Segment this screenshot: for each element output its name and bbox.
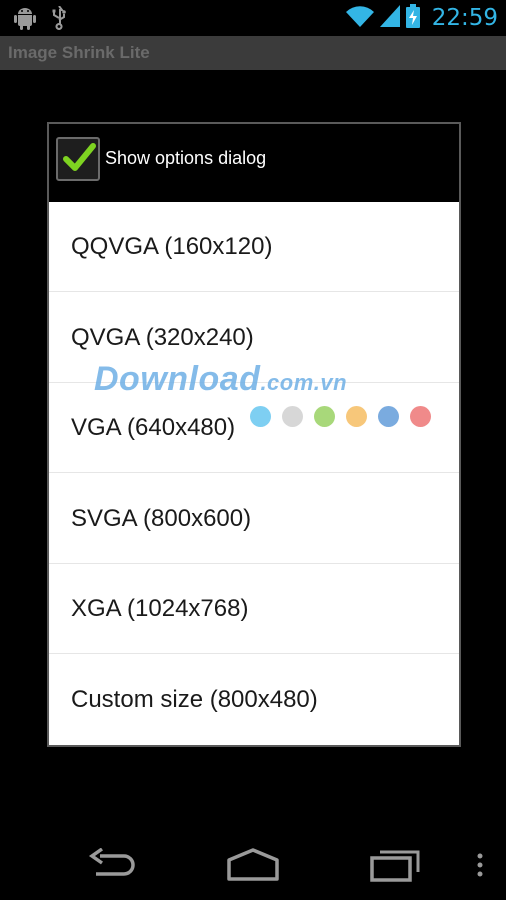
option-custom-size[interactable]: Custom size (800x480): [49, 655, 459, 745]
option-svga[interactable]: SVGA (800x600): [49, 474, 459, 564]
option-label: SVGA (800x600): [71, 505, 252, 532]
option-vga[interactable]: VGA (640x480): [49, 383, 459, 473]
cell-signal-icon: [379, 5, 400, 31]
nav-bar: [0, 834, 506, 900]
option-label: Custom size (800x480): [71, 686, 318, 713]
option-label: VGA (640x480): [71, 414, 236, 441]
show-options-checkbox[interactable]: [56, 137, 100, 181]
option-xga[interactable]: XGA (1024x768): [49, 564, 459, 654]
overflow-menu-icon[interactable]: [476, 848, 484, 886]
app-title: Image Shrink Lite: [8, 43, 150, 62]
status-bar: 22:59: [0, 0, 506, 36]
option-label: QQVGA (160x120): [71, 233, 273, 260]
option-label: QVGA (320x240): [71, 324, 254, 351]
android-debug-icon: [14, 6, 36, 34]
checkmark-icon: [63, 143, 96, 171]
wifi-icon: [345, 5, 374, 31]
options-list: QQVGA (160x120) QVGA (320x240) VGA (640x…: [49, 202, 459, 745]
option-qqvga[interactable]: QQVGA (160x120): [49, 202, 459, 292]
recents-icon[interactable]: [370, 848, 422, 886]
battery-charging-icon: [405, 4, 420, 32]
options-dialog: Show options dialog QQVGA (160x120) QVGA…: [47, 122, 461, 747]
clock: 22:59: [431, 5, 498, 31]
dialog-header: Show options dialog: [49, 124, 459, 202]
option-label: XGA (1024x768): [71, 595, 249, 622]
app-titlebar: Image Shrink Lite: [0, 36, 506, 70]
usb-icon: [50, 5, 68, 34]
option-qvga[interactable]: QVGA (320x240): [49, 293, 459, 383]
back-icon[interactable]: [88, 847, 138, 886]
checkbox-label[interactable]: Show options dialog: [105, 148, 266, 169]
home-icon[interactable]: [226, 848, 280, 886]
